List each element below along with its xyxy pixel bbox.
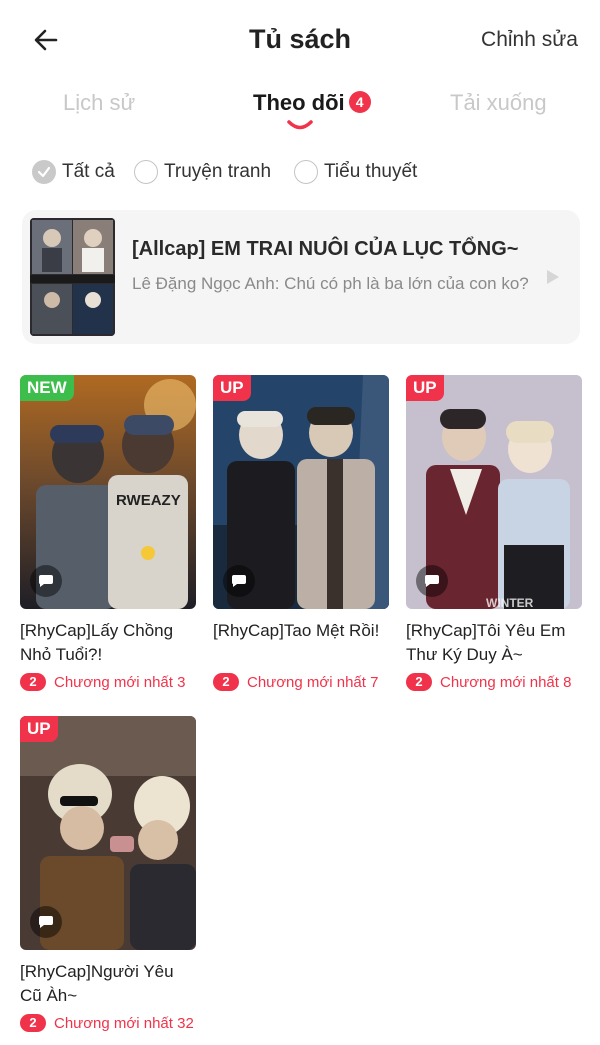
cover-watermark-text: WINTER [486, 596, 534, 609]
comment-icon [232, 575, 246, 587]
story-cover: WINTER UP [406, 375, 582, 609]
latest-chapter: 2 Chương mới nhất 32 [20, 1014, 196, 1032]
latest-chapter: 2 Chương mới nhất 3 [20, 673, 196, 691]
up-tag: UP [406, 375, 444, 401]
filter-all[interactable]: Tất cả [32, 160, 115, 184]
back-arrow-icon [34, 29, 58, 51]
comment-badge [223, 565, 255, 597]
up-tag: UP [20, 716, 58, 742]
story-title: [RhyCap]Lấy Chồng Nhỏ Tuổi?! [20, 621, 174, 664]
comment-icon [425, 575, 439, 587]
tab-downloads[interactable]: Tải xuống [450, 90, 547, 116]
story-cover: UP [20, 716, 196, 950]
latest-chapter: 2 Chương mới nhất 8 [406, 673, 582, 691]
story-cover: RWEAZY NEW [20, 375, 196, 609]
filter-label: Tiểu thuyết [324, 161, 418, 182]
latest-chapter-label: Chương mới nhất 3 [54, 673, 186, 691]
tab-bar: Lịch sử Theo dõi 4 Tải xuống [0, 82, 600, 138]
filter-label: Tất cả [62, 161, 115, 182]
story-title: [RhyCap]Tôi Yêu Em Thư Ký Duy À~ [406, 621, 566, 664]
check-icon [37, 166, 51, 178]
tab-following[interactable]: Theo dõi 4 [253, 90, 371, 116]
comment-badge [416, 565, 448, 597]
followed-story-card[interactable]: RWEAZY NEW [RhyCap]Lấy Chồng Nhỏ Tuổi?! … [20, 375, 196, 691]
latest-chapter-label: Chương mới nhất 7 [247, 673, 379, 691]
latest-chapter: 2 Chương mới nhất 7 [213, 673, 389, 691]
tab-history[interactable]: Lịch sử [63, 90, 135, 116]
new-chapter-count: 2 [20, 673, 46, 691]
new-chapter-count: 2 [406, 673, 432, 691]
recent-story-title: [Allcap] EM TRAI NUÔI CỦA LỤC TỔNG~ [132, 238, 519, 260]
play-icon[interactable] [546, 269, 560, 285]
tab-count-badge: 4 [348, 91, 371, 113]
recent-cover-image [30, 218, 115, 336]
comment-badge [30, 906, 62, 938]
comment-icon [39, 575, 53, 587]
story-title: [RhyCap]Tao Mệt Rồi! [213, 621, 380, 640]
new-tag: NEW [20, 375, 74, 401]
back-button[interactable] [26, 20, 66, 60]
radio-unchecked [134, 160, 158, 184]
story-title: [RhyCap]Người Yêu Cũ Àh~ [20, 962, 174, 1005]
followed-story-card[interactable]: WINTER UP [RhyCap]Tôi Yêu Em Thư Ký Duy … [406, 375, 582, 691]
latest-chapter-label: Chương mới nhất 32 [54, 1014, 194, 1032]
new-chapter-count: 2 [20, 1014, 46, 1032]
radio-unchecked [294, 160, 318, 184]
radio-checked [32, 160, 56, 184]
up-tag: UP [213, 375, 251, 401]
tab-label: Lịch sử [63, 90, 136, 115]
filter-bar: Tất cả Truyện tranh Tiểu thuyết [0, 152, 600, 196]
new-chapter-count: 2 [213, 673, 239, 691]
filter-novels[interactable]: Tiểu thuyết [294, 160, 417, 184]
active-tab-indicator [287, 120, 313, 130]
tab-label: Tải xuống [450, 90, 547, 115]
comment-badge [30, 565, 62, 597]
continue-reading-card[interactable]: [Allcap] EM TRAI NUÔI CỦA LỤC TỔNG~ Lê Đ… [22, 210, 580, 344]
followed-story-card[interactable]: UP [RhyCap]Người Yêu Cũ Àh~ 2 Chương mới… [20, 716, 196, 1032]
story-cover: UP [213, 375, 389, 609]
tab-label: Theo dõi [253, 90, 345, 115]
filter-comics[interactable]: Truyện tranh [134, 160, 271, 184]
filter-label: Truyện tranh [164, 161, 272, 182]
followed-story-card[interactable]: UP [RhyCap]Tao Mệt Rồi! 2 Chương mới nhấ… [213, 375, 389, 691]
edit-button[interactable]: Chỉnh sửa [481, 28, 578, 52]
cover-shirt-text: RWEAZY [116, 492, 181, 509]
latest-chapter-label: Chương mới nhất 8 [440, 673, 572, 691]
recent-last-comment: Lê Đặng Ngọc Anh: Chú có ph là ba lớn củ… [132, 274, 529, 293]
comment-icon [39, 916, 53, 928]
header: Tủ sách Chỉnh sửa [0, 0, 600, 82]
